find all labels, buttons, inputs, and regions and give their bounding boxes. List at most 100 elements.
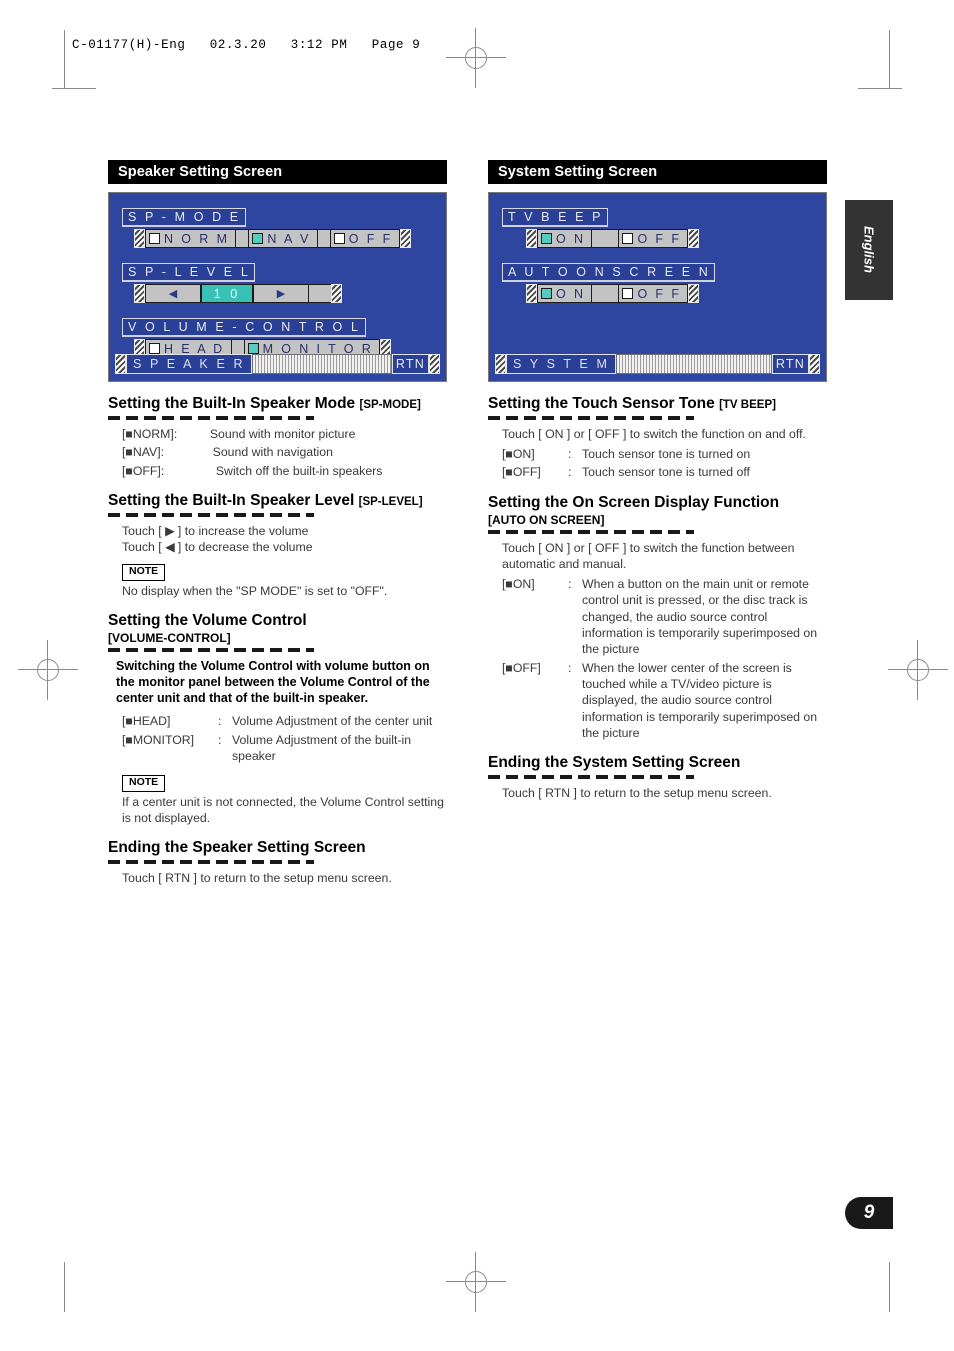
osd-return-button[interactable]: RTN <box>771 354 809 374</box>
speaker-setting-screen-illustration: S P - M O D E N O R M N A V O F F S P - … <box>108 192 447 382</box>
level-value: 1 0 <box>201 284 253 303</box>
definition-key: [■OFF] <box>122 463 161 478</box>
osd-spacer <box>317 229 330 248</box>
osd-option-label: O N <box>556 286 586 301</box>
note-text: No display when the "SP MODE" is set to … <box>122 583 388 598</box>
osd-option-tv-beep-off[interactable]: O F F <box>618 229 689 248</box>
grip-handle-icon <box>809 354 820 374</box>
definition-key: [■NORM] <box>122 426 174 441</box>
heading-speaker-level: Setting the Built-In Speaker Level [SP-L… <box>108 492 447 510</box>
definition-value: When the lower center of the screen is t… <box>582 660 818 741</box>
heading-code: [SP-LEVEL] <box>358 495 423 508</box>
registration-mark-left <box>18 640 78 700</box>
left-column: Speaker Setting Screen S P - M O D E N O… <box>108 160 447 886</box>
heading-touch-sensor-tone: Setting the Touch Sensor Tone [TV BEEP] <box>488 395 827 413</box>
crop-mark-top-right-rule <box>858 88 902 89</box>
checkbox-icon-off <box>622 288 634 299</box>
instruction-line: Touch [ RTN ] to return to the setup men… <box>502 786 772 801</box>
level-increase-button[interactable]: ▶ <box>253 284 309 303</box>
grip-handle-icon <box>688 229 700 248</box>
definition-key: [■ON] <box>502 447 535 462</box>
subheading-volume-control-code: [VOLUME-CONTROL] <box>108 630 231 645</box>
osd-status-filler <box>252 354 392 374</box>
osd-group-title: S P - L E V E L <box>122 263 256 282</box>
definition-key: [■OFF] <box>502 465 541 480</box>
osd-status-bar: S P E A K E R RTN <box>115 354 440 374</box>
heading-text: Setting the On Screen Display Function <box>488 493 780 511</box>
definition-separator: : <box>160 445 165 460</box>
osd-option-label: O F F <box>637 286 682 301</box>
registration-mark-bottom <box>446 1252 506 1312</box>
osd-option-label: O F F <box>348 231 393 246</box>
definition-list-auto-on-screen: [■ON] : When a button on the main unit o… <box>502 576 827 741</box>
grip-handle-icon <box>134 229 145 248</box>
definition-value: When a button on the main unit or remote… <box>582 576 818 657</box>
instruction-line: Touch [ ◀ ] to decrease the volume <box>122 539 313 554</box>
registration-mark-top <box>446 28 506 88</box>
right-column: System Setting Screen T V B E E P O N O … <box>488 160 827 801</box>
level-decrease-button[interactable]: ◀ <box>145 284 201 303</box>
heading-text: Ending the System Setting Screen <box>488 754 741 772</box>
definition-value: Volume Adjustment of the built-in speake… <box>232 732 412 764</box>
definition-separator: : <box>568 576 572 591</box>
definition-value: Switch off the built-in speakers <box>215 463 383 478</box>
checkbox-icon-off <box>333 233 345 244</box>
osd-spacer <box>592 284 619 303</box>
definition-value: Volume Adjustment of the center unit <box>232 714 433 729</box>
osd-group-title: A U T O O N S C R E E N <box>502 263 716 282</box>
definition-row: [■HEAD] : Volume Adjustment of the cente… <box>122 713 447 729</box>
osd-option-label: N O R M <box>164 231 230 246</box>
osd-option-nav[interactable]: N A V <box>248 229 318 248</box>
definition-value: Touch sensor tone is turned on <box>582 447 751 462</box>
heading-text: Setting the Built-In Speaker Level <box>108 491 355 509</box>
dashed-rule <box>488 775 694 780</box>
osd-option-label: N A V <box>267 231 311 246</box>
osd-option-off[interactable]: O F F <box>329 229 400 248</box>
osd-group-sp-mode: S P - M O D E N O R M N A V O F F <box>122 208 411 248</box>
system-setting-screen-illustration: T V B E E P O N O F F A U T O O N S C R … <box>488 192 827 382</box>
crop-mark-top-left-v <box>64 30 65 88</box>
osd-group-volume-control: V O L U M E - C O N T R O L H E A D M O … <box>122 318 392 358</box>
heading-code: [TV BEEP] <box>719 399 776 411</box>
osd-option-label: O F F <box>637 231 682 246</box>
osd-option-norm[interactable]: N O R M <box>145 229 237 248</box>
grip-handle-icon <box>526 284 537 303</box>
dashed-rule <box>108 647 314 652</box>
crop-mark-bottom-left-v <box>64 1262 65 1312</box>
grip-handle-icon <box>399 229 411 248</box>
osd-group-title: V O L U M E - C O N T R O L <box>122 318 366 337</box>
subheading-auto-on-screen-code: [AUTO ON SCREEN] <box>488 512 605 527</box>
definition-row: [■NORM] : Sound with monitor picture <box>122 426 447 442</box>
instruction-line: Touch [ ON ] or [ OFF ] to switch the fu… <box>502 426 806 441</box>
heading-ending-speaker-screen: Ending the Speaker Setting Screen <box>108 839 447 857</box>
checkbox-icon-norm <box>149 233 160 244</box>
osd-group-title: S P - M O D E <box>122 208 246 227</box>
osd-status-title: S P E A K E R <box>126 354 253 374</box>
language-tab-label: English <box>861 226 877 273</box>
definition-row: [■OFF] : Touch sensor tone is turned off <box>502 464 827 480</box>
osd-option-auto-on-screen-off[interactable]: O F F <box>618 284 689 303</box>
osd-group-sp-level: S P - L E V E L ◀ 1 0 ▶ <box>122 263 342 303</box>
checkbox-icon-monitor <box>247 343 259 354</box>
definition-separator: : <box>568 660 572 675</box>
osd-option-auto-on-screen-on[interactable]: O N <box>537 284 593 303</box>
screen-inner-area: T V B E E P O N O F F A U T O O N S C R … <box>492 196 823 378</box>
definition-separator: : <box>218 732 222 747</box>
osd-spacer <box>592 229 619 248</box>
osd-option-tv-beep-on[interactable]: O N <box>537 229 593 248</box>
osd-spacer <box>309 284 331 303</box>
osd-group-title: T V B E E P <box>502 208 609 227</box>
dashed-rule <box>108 512 314 517</box>
page-number-badge: 9 <box>845 1197 893 1229</box>
grip-handle-icon <box>526 229 537 248</box>
note-label: NOTE <box>122 775 166 792</box>
osd-status-bar: S Y S T E M RTN <box>495 354 820 374</box>
osd-option-row: O N O F F <box>526 229 700 248</box>
osd-return-button[interactable]: RTN <box>391 354 429 374</box>
dashed-rule <box>108 415 314 420</box>
crop-mark-top-right-v <box>889 30 890 88</box>
osd-option-row: N O R M N A V O F F <box>134 229 411 248</box>
definition-separator: : <box>218 714 222 729</box>
definition-separator: : <box>568 447 572 462</box>
print-header: C-01177(H)-Eng 02.3.20 3:12 PM Page 9 <box>72 38 421 52</box>
